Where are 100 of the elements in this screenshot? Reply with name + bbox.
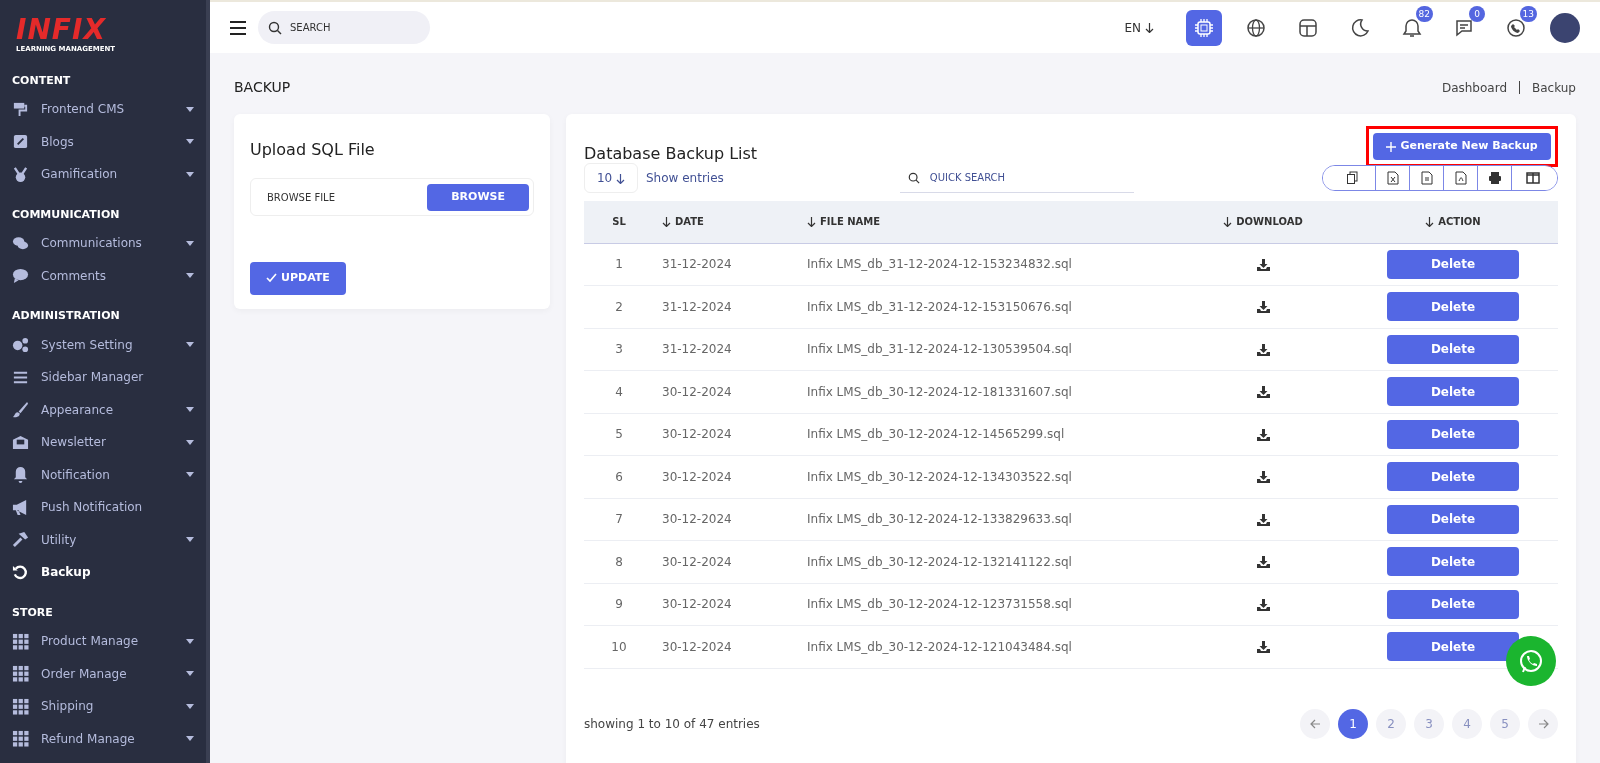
table-cell: 3: [615, 342, 623, 357]
sidebar-item[interactable]: Comments: [0, 259, 206, 292]
copy-icon[interactable]: [1323, 166, 1375, 190]
download-icon[interactable]: [1256, 513, 1270, 526]
menu-item-icon: [12, 401, 29, 419]
section-title: ADMINISTRATION: [12, 309, 120, 322]
download-icon[interactable]: [1256, 386, 1270, 399]
page-title: BACKUP: [234, 78, 291, 97]
section-title: CONTENT: [12, 73, 71, 87]
menu-item-icon: [12, 336, 29, 354]
delete-button[interactable]: Delete: [1387, 547, 1519, 577]
table-cell: 5: [615, 427, 623, 442]
menu-item-icon: [12, 498, 29, 516]
column-header[interactable]: DATE: [662, 216, 704, 228]
table-cell: Infix LMS_db_30-12-2024-12-132141122.sql: [807, 554, 1072, 569]
sidebar-item[interactable]: Gamification: [0, 158, 206, 191]
sidebar-item[interactable]: Backup: [0, 556, 206, 589]
table-cell: Infix LMS_db_30-12-2024-12-133829633.sql: [807, 512, 1072, 527]
sidebar-item[interactable]: Blogs: [0, 125, 206, 158]
language-selector[interactable]: EN: [1124, 18, 1154, 37]
excel-icon[interactable]: [1375, 166, 1409, 190]
delete-button[interactable]: Delete: [1387, 292, 1519, 322]
download-icon[interactable]: [1256, 301, 1270, 314]
chip-icon[interactable]: [1186, 9, 1222, 46]
column-header[interactable]: FILE NAME: [807, 216, 881, 228]
table-cell: Infix LMS_db_31-12-2024-12-130539504.sql: [807, 342, 1072, 357]
arrow-left-icon: [1309, 719, 1321, 729]
delete-button[interactable]: Delete: [1387, 334, 1519, 364]
browse-button[interactable]: BROWSE: [427, 183, 529, 211]
message-icon[interactable]: [1454, 17, 1474, 38]
sidebar-item[interactable]: Communications: [0, 227, 206, 260]
sidebar-item[interactable]: Notification: [0, 458, 206, 491]
sidebar-item[interactable]: Utility: [0, 523, 206, 556]
search-icon: [268, 20, 282, 35]
table-cell: 2: [615, 299, 623, 314]
table-cell: 9: [615, 597, 623, 612]
sidebar-item[interactable]: Product Manage: [0, 625, 206, 658]
download-icon[interactable]: [1256, 641, 1270, 654]
table-cell: 4: [615, 384, 623, 399]
arrow-right-icon: [1537, 719, 1549, 729]
page-size-select[interactable]: 10: [584, 163, 638, 193]
column-header[interactable]: ACTION: [1425, 216, 1481, 228]
update-button[interactable]: UPDATE: [250, 262, 346, 295]
sidebar-item[interactable]: Frontend CMS: [0, 93, 206, 126]
breadcrumb-current: Backup: [1532, 79, 1576, 97]
sidebar-item[interactable]: Newsletter: [0, 426, 206, 459]
search-input[interactable]: SEARCH: [288, 19, 418, 36]
download-icon[interactable]: [1256, 428, 1270, 441]
columns-icon[interactable]: [1511, 166, 1557, 190]
delete-button[interactable]: Delete: [1387, 462, 1519, 492]
sidebar-item[interactable]: Appearance: [0, 393, 206, 426]
sidebar-item[interactable]: Order Manage: [0, 657, 206, 690]
download-icon[interactable]: [1256, 471, 1270, 484]
menu-item-icon: [12, 730, 29, 748]
avatar[interactable]: [1550, 12, 1580, 43]
generate-backup-button[interactable]: Generate New Backup: [1373, 133, 1551, 160]
menu-item-icon: [12, 632, 29, 650]
section-title: STORE: [12, 605, 53, 619]
search-field[interactable]: SEARCH: [258, 11, 430, 44]
download-icon[interactable]: [1256, 258, 1270, 271]
delete-button[interactable]: Delete: [1387, 419, 1519, 449]
bell-icon[interactable]: [1402, 17, 1422, 38]
delete-button[interactable]: Delete: [1387, 377, 1519, 407]
menu-item-icon: [12, 466, 29, 484]
breadcrumb-link[interactable]: Dashboard: [1441, 78, 1507, 97]
column-header[interactable]: SL: [612, 216, 626, 228]
delete-button[interactable]: Delete: [1387, 249, 1519, 279]
table-cell: Infix LMS_db_30-12-2024-12-123731558.sql: [807, 597, 1072, 612]
menu-item-icon: [12, 100, 29, 118]
phone-icon[interactable]: [1506, 17, 1526, 38]
show-entries-label: Show entries: [646, 170, 724, 187]
check-icon: [266, 273, 277, 284]
count-badge: 13: [1519, 5, 1537, 22]
delete-button[interactable]: Delete: [1387, 504, 1519, 534]
sidebar-item[interactable]: System Setting: [0, 328, 206, 361]
csv-icon[interactable]: [1409, 166, 1443, 190]
table-cell: 30-12-2024: [662, 597, 732, 612]
delete-button[interactable]: Delete: [1387, 632, 1519, 662]
logo: INFIX: [16, 16, 106, 44]
menu-item-icon: [12, 165, 29, 183]
page-button[interactable]: 1: [1338, 708, 1368, 739]
card-title: Database Backup List: [584, 142, 758, 165]
download-icon[interactable]: [1256, 556, 1270, 569]
table-cell: 7: [615, 512, 623, 527]
sidebar-item[interactable]: Refund Manage: [0, 722, 206, 755]
table-cell: 1: [615, 257, 623, 272]
sidebar-item[interactable]: Push Notification: [0, 491, 206, 524]
entries-summary: showing 1 to 10 of 47 entries: [584, 715, 760, 733]
column-header[interactable]: DOWNLOAD: [1223, 216, 1303, 228]
menu-item-icon: [12, 563, 29, 581]
sidebar-item[interactable]: Shipping: [0, 690, 206, 723]
download-icon[interactable]: [1256, 598, 1270, 611]
file-field[interactable]: BROWSE FILE BROWSE: [250, 178, 534, 216]
menu-icon[interactable]: [230, 20, 246, 35]
sidebar-item[interactable]: Sidebar Manager: [0, 361, 206, 394]
delete-button[interactable]: Delete: [1387, 589, 1519, 619]
download-icon[interactable]: [1256, 343, 1270, 356]
table-cell: 8: [615, 554, 623, 569]
print-icon[interactable]: [1477, 166, 1511, 190]
table-cell: 30-12-2024: [662, 384, 732, 399]
